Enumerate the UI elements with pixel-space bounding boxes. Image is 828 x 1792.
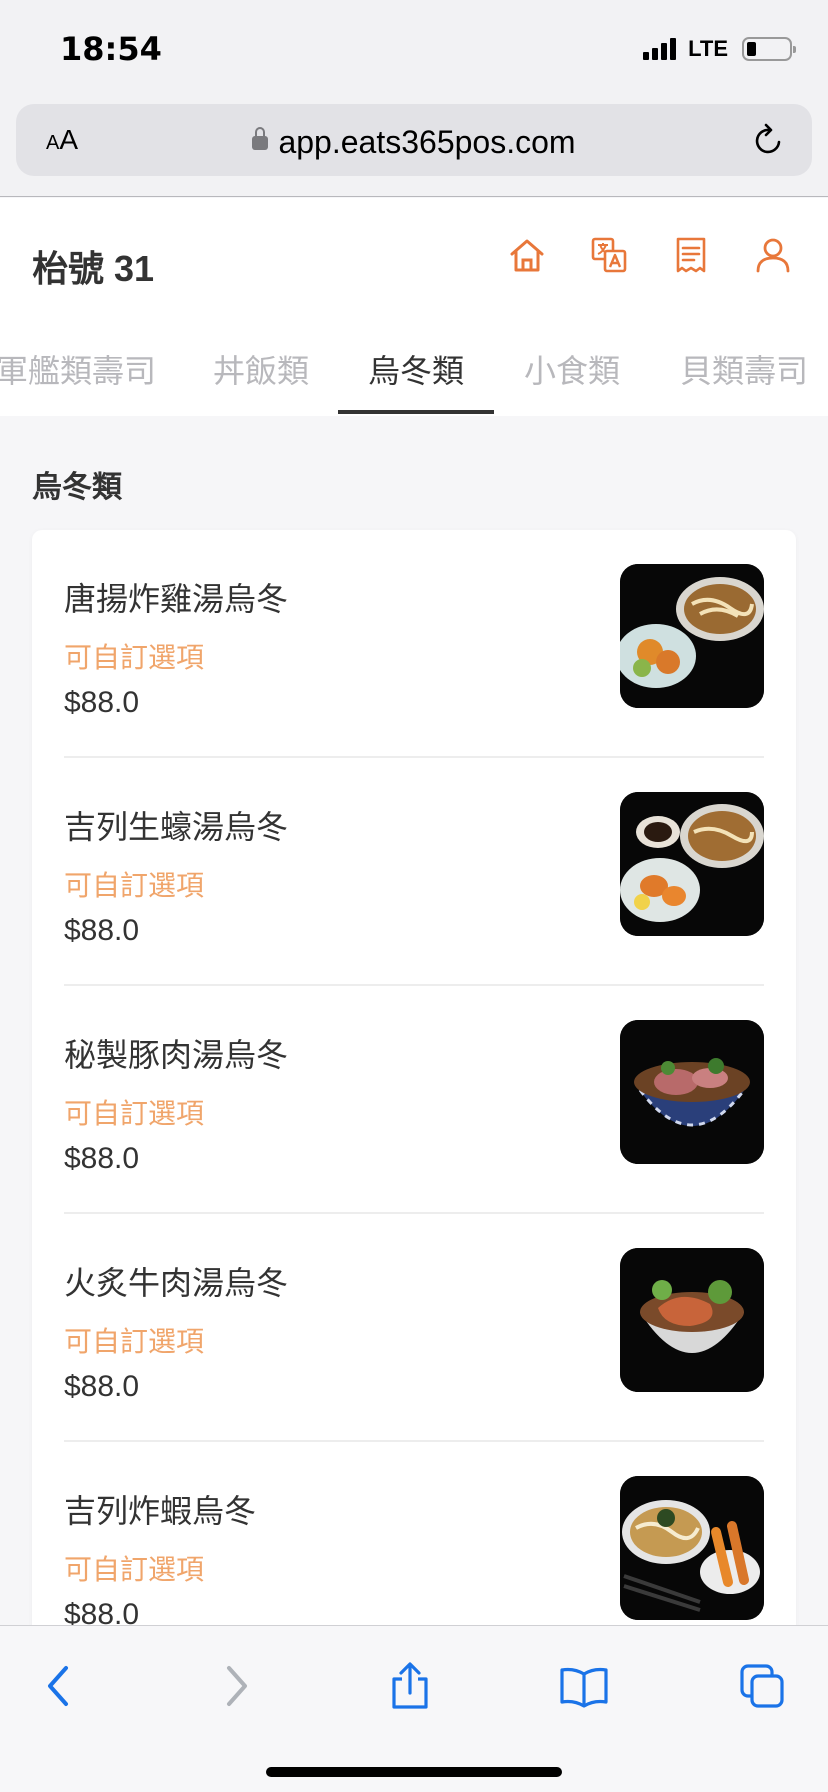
item-option-label: 可自訂選項 (64, 642, 205, 673)
item-price: $88.0 (64, 686, 140, 719)
header-actions (508, 236, 792, 274)
tab-udon[interactable]: 烏冬類 (368, 318, 464, 416)
item-photo (620, 564, 764, 708)
menu-item[interactable]: 秘製豚肉湯烏冬 可自訂選項 $88.0 (64, 986, 764, 1214)
home-indicator[interactable] (266, 1767, 562, 1777)
battery-icon (742, 37, 796, 61)
url-text: app.eats365pos.com (278, 124, 576, 160)
lock-icon (252, 126, 269, 150)
menu-item[interactable]: 唐揚炸雞湯烏冬 可自訂選項 $88.0 (64, 530, 764, 758)
browser-bar: AA app.eats365pos.com (0, 100, 828, 197)
item-price: $88.0 (64, 914, 140, 947)
item-photo (620, 1248, 764, 1392)
tab-shellfish-sushi[interactable]: 貝類壽司 (680, 318, 808, 416)
item-name: 秘製豚肉湯烏冬 (64, 1037, 289, 1073)
item-name: 火炙牛肉湯烏冬 (64, 1265, 289, 1301)
menu-item[interactable]: 吉列生蠔湯烏冬 可自訂選項 $88.0 (64, 758, 764, 986)
user-icon[interactable] (754, 236, 792, 274)
item-photo (620, 1020, 764, 1164)
bookmarks-icon[interactable] (554, 1656, 614, 1716)
table-title: 枱號 31 (32, 248, 155, 289)
translate-icon[interactable] (590, 236, 628, 274)
tabs-icon[interactable] (732, 1656, 792, 1716)
tab-snacks[interactable]: 小食類 (524, 318, 620, 416)
receipt-icon[interactable] (672, 236, 710, 274)
status-time: 18:54 (60, 30, 162, 68)
menu-item-list: 唐揚炸雞湯烏冬 可自訂選項 $88.0 吉列生蠔湯烏冬 可自訂選項 $88.0 … (32, 530, 796, 1730)
network-label: LTE (688, 36, 728, 61)
url-display[interactable]: app.eats365pos.com (16, 124, 812, 161)
item-price: $88.0 (64, 1142, 140, 1175)
status-bar: 18:54 LTE (0, 0, 828, 100)
item-name: 吉列炸蝦烏冬 (64, 1493, 257, 1529)
browser-toolbar (0, 1625, 828, 1792)
item-photo (620, 792, 764, 936)
item-photo (620, 1476, 764, 1620)
item-option-label: 可自訂選項 (64, 870, 205, 901)
section-title: 烏冬類 (32, 471, 122, 504)
share-icon[interactable] (380, 1656, 440, 1716)
category-tabs: 軍艦類壽司 丼飯類 烏冬類 小食類 貝類壽司 (0, 318, 828, 416)
signal-icon (643, 38, 677, 60)
forward-icon[interactable] (207, 1656, 267, 1716)
home-icon[interactable] (508, 236, 546, 274)
item-option-label: 可自訂選項 (64, 1326, 205, 1357)
tab-gunkan-sushi[interactable]: 軍艦類壽司 (0, 318, 156, 416)
active-tab-indicator (338, 410, 494, 414)
back-icon[interactable] (28, 1656, 88, 1716)
item-name: 吉列生蠔湯烏冬 (64, 809, 289, 845)
tab-rice-bowls[interactable]: 丼飯類 (213, 318, 309, 416)
item-option-label: 可自訂選項 (64, 1554, 205, 1585)
status-indicators: LTE (643, 36, 796, 62)
item-name: 唐揚炸雞湯烏冬 (64, 581, 289, 617)
item-price: $88.0 (64, 1370, 140, 1403)
item-option-label: 可自訂選項 (64, 1098, 205, 1129)
address-bar[interactable]: AA app.eats365pos.com (16, 104, 812, 176)
menu-item[interactable]: 火炙牛肉湯烏冬 可自訂選項 $88.0 (64, 1214, 764, 1442)
app-header: 枱號 31 軍艦類壽司 丼飯類 烏冬類 小食類 貝類壽司 (0, 198, 828, 416)
reload-icon[interactable] (752, 122, 786, 163)
